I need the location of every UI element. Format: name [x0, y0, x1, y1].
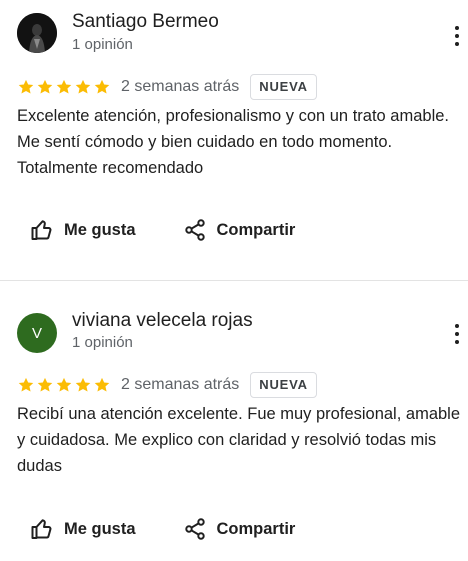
reviewer-review-count: 1 opinión [72, 334, 133, 351]
share-label: Compartir [216, 519, 296, 538]
like-label: Me gusta [64, 519, 136, 538]
like-button[interactable]: Me gusta [30, 517, 136, 541]
thumb-up-icon [31, 519, 52, 539]
star-icon [94, 377, 110, 392]
rating-row: 2 semanas atrás NUEVA [17, 372, 317, 398]
review-actions: Me gusta Compartir [30, 514, 295, 544]
avatar-letter: V [31, 324, 42, 342]
avatar[interactable]: V [17, 313, 57, 353]
share-icon [184, 518, 205, 540]
share-button[interactable]: Compartir [183, 517, 296, 541]
star-icon [18, 377, 34, 392]
star-icon [56, 377, 72, 392]
review-time: 2 semanas atrás [121, 376, 240, 393]
divider [0, 280, 468, 281]
reviewer-name[interactable]: viviana velecela rojas [72, 310, 253, 332]
review-card: V viviana velecela rojas 1 opinión 2 sem… [0, 0, 468, 540]
new-badge: NUEVA [250, 372, 317, 398]
star-icon [75, 377, 91, 392]
star-rating [17, 376, 111, 394]
more-vert-icon[interactable] [453, 324, 461, 344]
star-icon [37, 377, 53, 392]
review-text: Recibí una atención excelente. Fue muy p… [17, 405, 461, 475]
